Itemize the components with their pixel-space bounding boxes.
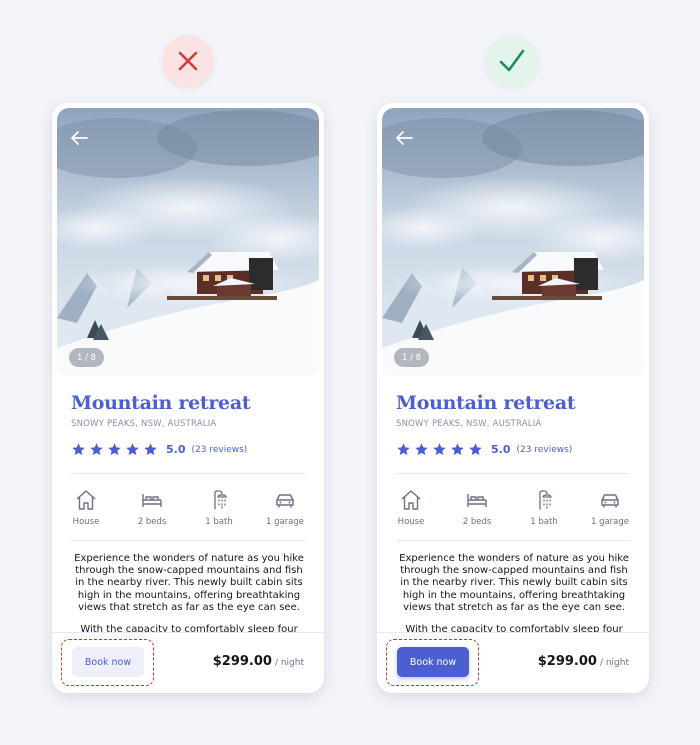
star-icon (108, 443, 121, 456)
listing-title: Mountain retreat (396, 392, 576, 414)
check-icon (499, 49, 525, 72)
shower-icon (214, 490, 227, 510)
rating-value: 5.0 (491, 443, 511, 456)
divider (396, 473, 630, 474)
price-amount: $299.00 (212, 654, 272, 669)
rating-value: 5.0 (166, 443, 186, 456)
car-icon (601, 494, 619, 508)
amenity-label: 2 beds (137, 517, 167, 527)
amenity-label: House (397, 517, 425, 527)
listing-location: SNOWY PEAKS, NSW, AUSTRALIA (396, 419, 542, 429)
listing-location: SNOWY PEAKS, NSW, AUSTRALIA (71, 419, 217, 429)
listing-title: Mountain retreat (71, 392, 251, 414)
star-icon (144, 443, 157, 456)
amenity-label: 1 bath (530, 517, 558, 527)
amenity-bath: 1 bath (189, 488, 249, 527)
hero-image: 1 / 8 (382, 108, 644, 376)
star-icon (451, 443, 464, 456)
amenity-label: 2 beds (462, 517, 492, 527)
image-counter: 1 / 8 (394, 348, 429, 367)
description-paragraph: Experience the wonders of nature as you … (74, 553, 304, 613)
review-count-link[interactable]: (23 reviews) (192, 445, 248, 455)
back-arrow-icon[interactable] (392, 126, 416, 150)
bed-icon (142, 494, 162, 507)
price: $299.00/ night (538, 654, 629, 669)
mountain-cabin-photo (382, 108, 644, 376)
amenity-label: 1 garage (265, 517, 305, 527)
amenity-garage: 1 garage (580, 488, 640, 527)
back-arrow-icon[interactable] (67, 126, 91, 150)
amenity-label: 1 garage (590, 517, 630, 527)
bed-icon (467, 494, 487, 507)
amenity-house: House (56, 488, 116, 527)
house-icon (401, 490, 421, 510)
review-count-link[interactable]: (23 reviews) (517, 445, 573, 455)
rating-row: 5.0 (23 reviews) (71, 442, 247, 457)
amenity-beds: 2 beds (447, 488, 507, 527)
listing-card-incorrect: 1 / 8 Mountain retreat SNOWY PEAKS, NSW,… (52, 103, 324, 693)
divider (71, 473, 305, 474)
rating-row: 5.0 (23 reviews) (396, 442, 572, 457)
star-icon (415, 443, 428, 456)
star-icon (433, 443, 446, 456)
amenity-house: House (381, 488, 441, 527)
listing-card-correct: 1 / 8 Mountain retreat SNOWY PEAKS, NSW,… (377, 103, 649, 693)
star-icon (469, 443, 482, 456)
hero-image: 1 / 8 (57, 108, 319, 376)
price-unit: / night (599, 658, 629, 668)
cross-icon (178, 51, 198, 71)
amenity-garage: 1 garage (255, 488, 315, 527)
divider (71, 540, 305, 541)
star-icon (72, 443, 85, 456)
price: $299.00/ night (213, 654, 304, 669)
amenity-label: House (72, 517, 100, 527)
amenity-bath: 1 bath (514, 488, 574, 527)
shower-icon (539, 490, 552, 510)
image-counter: 1 / 8 (69, 348, 104, 367)
price-amount: $299.00 (537, 654, 597, 669)
price-unit: / night (274, 658, 304, 668)
star-icon (397, 443, 410, 456)
star-icon (90, 443, 103, 456)
description-paragraph: Experience the wonders of nature as you … (399, 553, 629, 613)
car-icon (276, 494, 294, 508)
mountain-cabin-photo (57, 108, 319, 376)
booking-footer: Book now $299.00/ night (377, 632, 649, 693)
house-icon (76, 490, 96, 510)
book-now-button[interactable]: Book now (397, 647, 469, 677)
booking-footer: Book now $299.00/ night (52, 632, 324, 693)
incorrect-badge (162, 35, 214, 87)
amenity-beds: 2 beds (122, 488, 182, 527)
star-icon (126, 443, 139, 456)
amenity-label: 1 bath (205, 517, 233, 527)
divider (396, 540, 630, 541)
book-now-button[interactable]: Book now (72, 647, 144, 677)
correct-badge (486, 35, 538, 87)
